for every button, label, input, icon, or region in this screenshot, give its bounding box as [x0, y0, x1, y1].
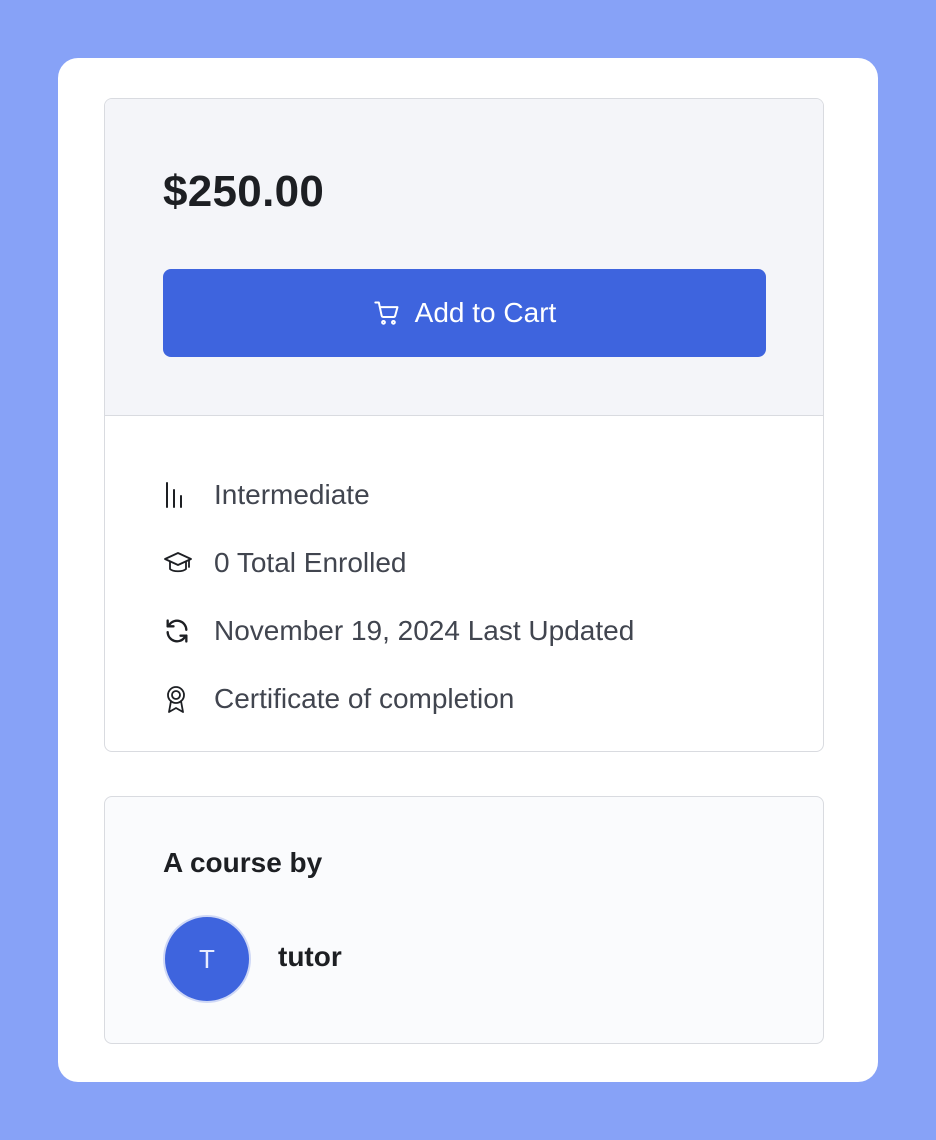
course-meta-list: Intermediate 0 Total Enrolled November 1…	[163, 461, 634, 733]
instructor-heading: A course by	[163, 847, 323, 878]
pricing-section: $250.00 Add to Cart	[105, 99, 823, 416]
certificate-icon	[163, 684, 193, 714]
meta-enrolled-label: 0 Total Enrolled	[214, 547, 407, 578]
meta-updated-label: November 19, 2024 Last Updated	[214, 615, 635, 646]
instructor-name[interactable]: tutor	[278, 941, 342, 973]
refresh-icon	[163, 617, 193, 645]
meta-certificate: Certificate of completion	[163, 665, 634, 733]
graduation-cap-icon	[163, 550, 193, 576]
meta-updated: November 19, 2024 Last Updated	[163, 597, 634, 665]
meta-enrolled: 0 Total Enrolled	[163, 529, 634, 597]
course-price: $250.00	[163, 167, 325, 216]
meta-level: Intermediate	[163, 461, 634, 529]
instructor-box: A course by T tutor	[104, 796, 824, 1044]
add-to-cart-label: Add to Cart	[414, 297, 557, 328]
enrollment-box: $250.00 Add to Cart Intermediate 0 Total…	[104, 98, 824, 752]
avatar[interactable]: T	[163, 915, 251, 1003]
level-icon	[163, 480, 193, 510]
add-to-cart-button[interactable]: Add to Cart	[163, 269, 766, 357]
cart-icon	[373, 299, 401, 327]
meta-certificate-label: Certificate of completion	[214, 683, 515, 714]
course-sidebar-card: $250.00 Add to Cart Intermediate 0 Total…	[58, 58, 878, 1082]
meta-level-label: Intermediate	[214, 479, 370, 510]
